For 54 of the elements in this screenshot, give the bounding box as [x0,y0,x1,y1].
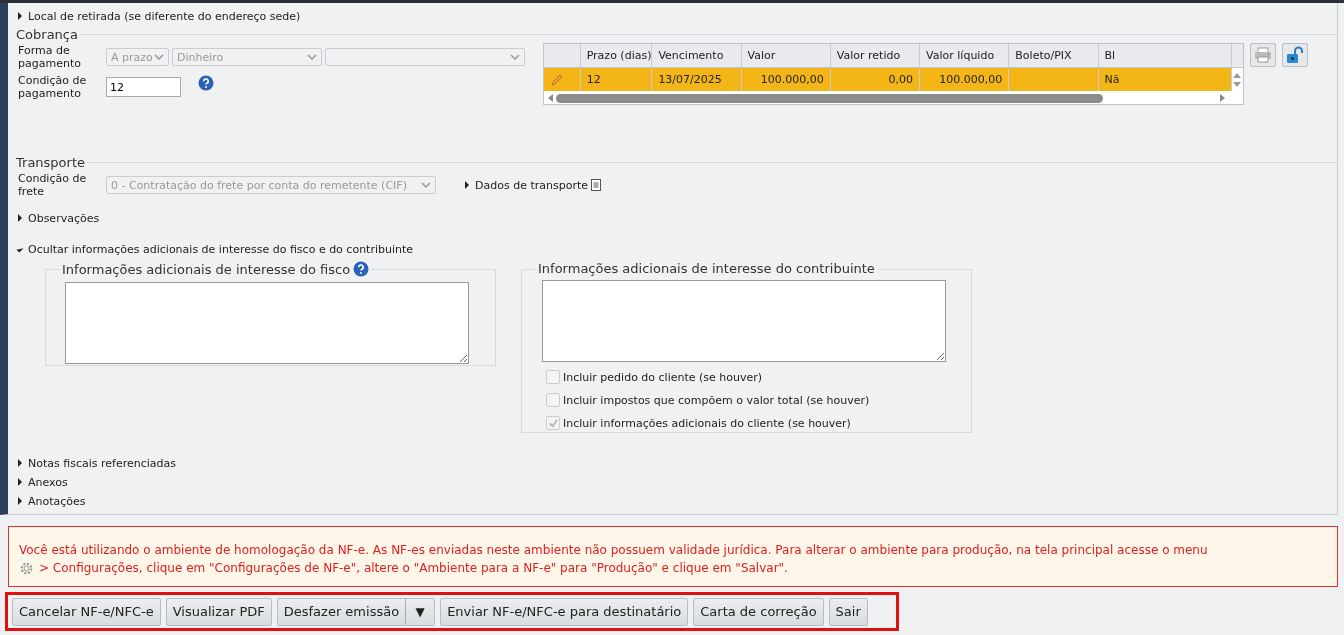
action-button[interactable]: Sair [828,597,868,626]
fieldset-title: Informações adicionais de interesse do contribuinte [538,261,875,276]
gear-icon[interactable] [19,560,34,576]
chevron-icon [421,182,431,188]
warning-text: > Configurações, clique em "Configurações de NF-e", altere o "Ambiente para a NF-e" para "Produção" e clique em "Salvar". [39,560,788,577]
pencil-icon[interactable] [550,72,564,87]
field-label: Forma de pagamento [18,44,82,70]
column-header[interactable]: Valor [741,44,831,67]
column-header[interactable]: Prazo (dias) [580,44,653,67]
section-toggle[interactable]: Dados de transporte [463,177,588,193]
chevron-icon [154,54,164,60]
help-icon[interactable] [198,75,214,91]
chevron-icon [307,54,317,60]
action-button[interactable]: Enviar NF-e/NFC-e para destinatário [440,597,689,626]
section-title: Cobrança [16,27,78,42]
section-toggle[interactable]: Ocultar informações adicionais de interesse do fisco e do contribuinte [16,241,414,257]
section-title: Transporte [16,155,85,170]
text-area[interactable] [542,280,946,362]
section-toggle[interactable]: Anotações [16,493,86,509]
table-cell: Nã [1098,68,1232,91]
action-button[interactable]: Desfazer emissão [276,597,407,626]
dropdown-button[interactable]: ▼ [406,597,436,626]
vertical-scrollbar[interactable] [1231,68,1243,91]
help-icon[interactable] [353,261,370,277]
column-header[interactable]: Bl [1098,44,1232,67]
table-cell: 13/07/2025 [652,68,742,91]
column-header[interactable]: Vencimento [652,44,742,67]
checkbox-label: Incluir impostos que compõem o valor total (se houver) [563,393,870,407]
table-cell: 0,00 [830,68,921,91]
print-button[interactable] [1250,43,1276,67]
action-button[interactable]: Cancelar NF-e/NFC-e [12,597,161,626]
table-cell: 100.000,00 [920,68,1010,91]
table-cell: 100.000,00 [741,68,831,91]
input-field[interactable]: 12 [106,77,181,97]
section-toggle[interactable]: Notas fiscais referenciadas [16,455,176,471]
chevron-icon [510,54,520,60]
warning-text: Você está utilizando o ambiente de homologação da NF-e. As NF-es enviadas neste ambiente não possuem validade jurídica. Para alterar o ambiente para produção, na tela principal acesse o menu [19,542,1209,559]
field-label: Condição de frete [18,172,88,198]
action-button[interactable]: Visualizar PDF [165,597,272,626]
checkbox-label: Incluir informações adicionais do cliente (se houver) [563,416,851,430]
unlock-button[interactable] [1282,43,1308,67]
text-area[interactable] [65,282,469,364]
field-label: Condição de pagamento [18,74,88,100]
column-header[interactable]: Valor retido [830,44,921,67]
fieldset-title: Informações adicionais de interesse do fisco [62,261,351,277]
section-toggle[interactable]: Anexos [16,474,68,490]
table-cell: 12 [580,68,653,91]
document-icon[interactable] [591,179,601,191]
checkbox-label: Incluir pedido do cliente (se houver) [563,370,763,384]
action-button[interactable]: Carta de correção [693,597,824,626]
column-header[interactable]: Valor líquido [920,44,1010,67]
column-header[interactable]: Boleto/PIX [1009,44,1099,67]
section-toggle[interactable]: Observações [16,210,100,226]
section-toggle[interactable]: Local de retirada (se diferente do endereço sede) [16,8,301,24]
